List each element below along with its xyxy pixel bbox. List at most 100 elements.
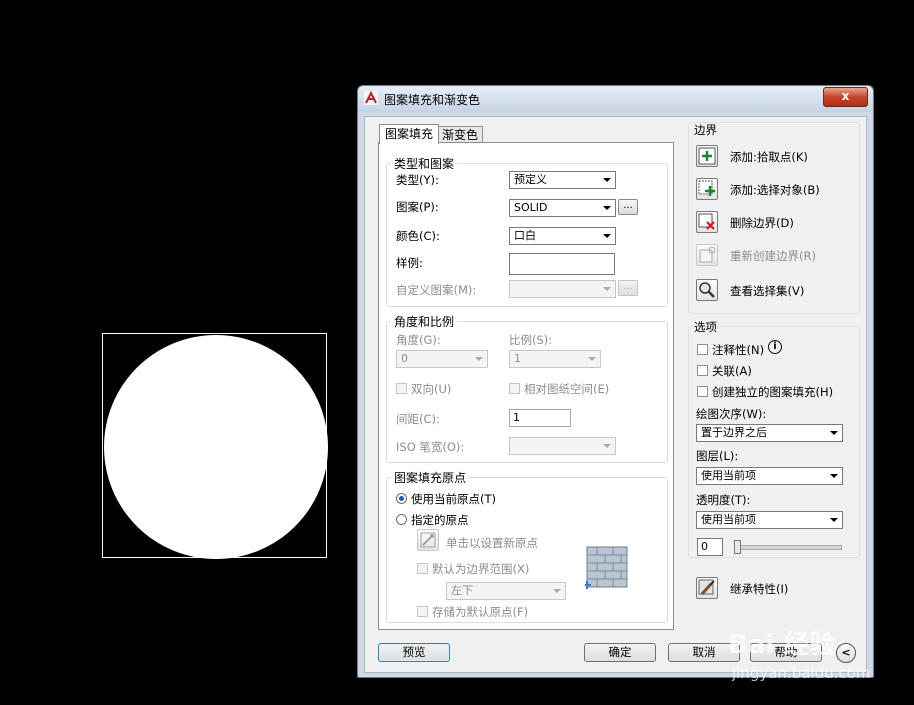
inherit-properties-label: 继承特性(I) [730,582,789,596]
recreate-boundary-icon [699,246,716,263]
layer-value: 使用当前项 [701,469,756,482]
annotative-checkbox[interactable] [697,344,708,355]
transparency-value: 使用当前项 [701,513,756,526]
pattern-select[interactable]: SOLID [509,199,616,217]
ok-button[interactable]: 确定 [584,643,656,662]
associative-checkbox[interactable] [697,365,708,376]
brick-preview-icon [585,546,628,589]
angle-select-value: 0 [401,352,408,365]
chevron-down-icon [830,518,838,522]
transparency-slider-track[interactable] [734,545,842,550]
chevron-down-icon [603,234,611,238]
transparency-number-input[interactable]: 0 [697,538,723,556]
chevron-down-icon [603,444,611,448]
hatch-origin-legend: 图案填充原点 [394,471,467,485]
double-label: 双向(U) [411,382,452,396]
filled-circle [104,335,328,559]
pattern-select-value: SOLID [514,201,548,214]
associative-label: 关联(A) [712,364,752,378]
dialog-title: 图案填充和渐变色 [384,93,481,107]
separate-hatches-checkbox[interactable] [697,386,708,397]
inherit-brush-icon [698,579,715,596]
transparency-label: 透明度(T): [696,493,751,507]
use-current-origin-label: 使用当前原点(T) [411,492,496,506]
specified-origin-radio[interactable] [396,514,407,525]
type-label: 类型(Y): [396,173,439,187]
store-default-checkbox[interactable] [417,606,428,617]
more-options-button[interactable]: < [836,643,856,663]
type-pattern-legend: 类型和图案 [394,157,455,171]
view-selections-button[interactable] [696,279,718,301]
scale-select[interactable]: 1 [509,350,601,368]
preview-button[interactable]: 预览 [378,643,450,662]
scale-select-value: 1 [514,352,521,365]
origin-position-select[interactable]: 左下 [446,582,566,600]
title-bar[interactable]: 图案填充和渐变色 x [358,86,873,112]
type-select[interactable]: 预定义 [509,171,616,189]
chevron-down-icon [830,474,838,478]
origin-position-value: 左下 [451,584,473,597]
angle-label: 角度(G): [396,333,441,347]
use-current-origin-radio[interactable] [396,493,407,504]
iso-pen-label: ISO 笔宽(O): [396,440,465,454]
custom-pattern-select[interactable] [509,280,616,298]
color-select[interactable]: 口白 [509,227,616,245]
add-select-objects-label: 添加:选择对象(B) [730,183,820,197]
iso-pen-select[interactable] [509,437,616,455]
hatch-gradient-dialog: 图案填充和渐变色 x 图案填充 渐变色 类型和图案 类型(Y): 预定义 图案(… [357,85,874,678]
inherit-properties-button[interactable] [696,577,718,599]
chevron-down-icon [603,206,611,210]
spacing-label: 间距(C): [396,412,440,426]
pattern-swatch[interactable] [509,253,615,275]
swatch-label: 样例: [396,256,423,270]
layer-select[interactable]: 使用当前项 [696,467,843,485]
info-icon[interactable]: i [768,340,782,354]
relative-paper-checkbox[interactable] [509,383,520,394]
annotative-label: 注释性(N) [712,343,765,357]
add-pick-points-label: 添加:拾取点(K) [730,150,808,164]
boundary-title: 边界 [694,123,717,137]
custom-pattern-browse-button[interactable]: ... [618,280,638,296]
click-set-origin-label: 单击以设置新原点 [446,536,538,550]
color-select-value: 口白 [514,229,536,242]
remove-boundaries-label: 删除边界(D) [730,216,794,230]
draw-order-select[interactable]: 置于边界之后 [696,424,843,442]
draw-order-label: 绘图次序(W): [696,407,767,421]
pattern-label: 图案(P): [396,200,439,214]
view-selections-label: 查看选择集(V) [730,284,805,298]
store-default-label: 存储为默认原点(F) [432,605,529,619]
draw-order-value: 置于边界之后 [701,426,767,439]
scale-label: 比例(S): [509,333,553,347]
transparency-slider-thumb[interactable] [734,540,741,554]
specified-origin-label: 指定的原点 [411,513,469,527]
spacing-input[interactable]: 1 [509,409,571,427]
default-extents-label: 默认为边界范围(X) [432,562,530,576]
type-select-value: 预定义 [514,173,547,186]
autocad-logo-icon [364,91,378,105]
add-select-objects-button[interactable] [696,178,718,200]
double-checkbox[interactable] [396,383,407,394]
chevron-down-icon [588,357,596,361]
close-button[interactable]: x [823,87,868,107]
hatch-tab-panel: 类型和图案 类型(Y): 预定义 图案(P): SOLID ... 颜色(C):… [378,142,674,630]
separate-hatches-label: 创建独立的图案填充(H) [712,385,834,399]
tab-hatch[interactable]: 图案填充 [379,124,439,144]
chevron-down-icon [603,287,611,291]
remove-boundaries-button[interactable] [696,211,718,233]
add-pick-points-button[interactable] [696,145,718,167]
pattern-browse-button[interactable]: ... [618,199,638,215]
transparency-select[interactable]: 使用当前项 [696,511,843,529]
chevron-down-icon [603,178,611,182]
recreate-boundary-label: 重新创建边界(R) [730,249,816,263]
add-select-objects-icon [698,180,715,196]
recreate-boundary-button[interactable] [696,244,718,266]
chevron-down-icon [830,431,838,435]
remove-boundaries-icon [698,213,715,230]
chevron-down-icon [553,589,561,593]
click-set-origin-button[interactable] [417,529,439,551]
angle-select[interactable]: 0 [396,350,488,368]
relative-paper-label: 相对图纸空间(E) [524,382,610,396]
watermark-url: jingyan.baidu.com [732,664,871,682]
default-extents-checkbox[interactable] [417,563,428,574]
magnifier-icon [699,282,715,298]
